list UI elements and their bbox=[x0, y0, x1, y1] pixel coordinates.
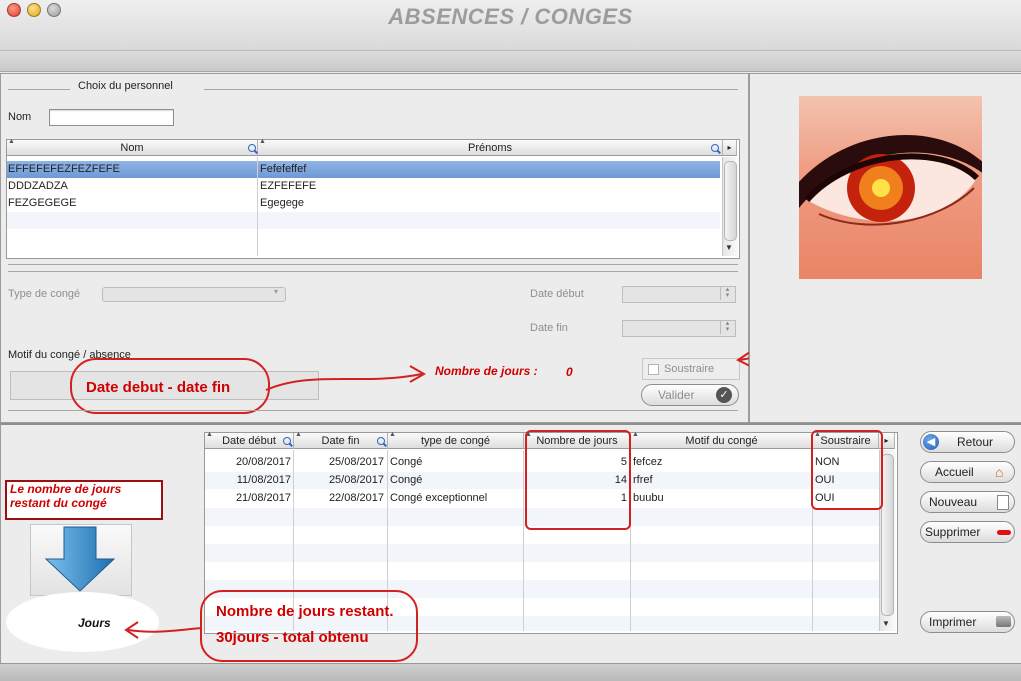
cell-date-debut[interactable]: 20/08/2017 bbox=[205, 454, 291, 471]
cell-motif[interactable]: fefcez bbox=[633, 454, 811, 471]
accueil-label: Accueil bbox=[935, 465, 974, 479]
column-header-prenoms[interactable]: Prénoms bbox=[258, 140, 723, 156]
annotation-ellipse bbox=[200, 590, 418, 662]
supprimer-button[interactable]: Supprimer bbox=[920, 521, 1015, 543]
annotation-restant-line1: Nombre de jours restant. bbox=[216, 603, 394, 620]
column-header-motif[interactable]: Motif du congé bbox=[631, 433, 813, 449]
column-header-date-debut[interactable]: Date début bbox=[205, 433, 294, 449]
imprimer-label: Imprimer bbox=[929, 615, 977, 629]
divider bbox=[204, 89, 738, 90]
sort-icon: ▲ bbox=[632, 431, 639, 438]
date-debut-label: Date début bbox=[530, 288, 584, 300]
cell-date-debut[interactable]: 11/08/2017 bbox=[205, 472, 291, 489]
date-fin-input[interactable] bbox=[622, 320, 736, 337]
retour-label: Retour bbox=[957, 435, 994, 449]
cell-type[interactable]: Congé exceptionnel bbox=[390, 490, 522, 507]
cell-nom[interactable]: EFFEFEFEZFEZFEFE bbox=[8, 161, 256, 178]
check-icon: ✓ bbox=[716, 387, 732, 403]
cell-date-fin[interactable]: 25/08/2017 bbox=[294, 472, 384, 489]
annotation-date-debut-fin: Date debut - date fin bbox=[86, 379, 231, 396]
nouveau-label: Nouveau bbox=[929, 495, 978, 509]
search-icon[interactable] bbox=[377, 437, 385, 445]
back-arrow-icon: ◀ bbox=[923, 434, 939, 450]
sort-icon: ▲ bbox=[8, 138, 15, 145]
cell-nom[interactable]: FEZGEGEGE bbox=[8, 195, 256, 212]
calendar-icon[interactable]: ▴ ▾ bbox=[720, 286, 734, 300]
down-arrow-icon bbox=[44, 526, 116, 592]
chevron-down-icon: ▾ bbox=[274, 287, 279, 296]
minus-icon bbox=[997, 530, 1011, 535]
employee-photo bbox=[799, 96, 982, 279]
soustraire-label: Soustraire bbox=[664, 363, 715, 375]
cell-type[interactable]: Congé bbox=[390, 472, 522, 489]
date-fin-label: Date fin bbox=[530, 322, 568, 334]
annotation-restant-title: Le nombre de jours restant du congé bbox=[10, 482, 122, 510]
table-row-empty bbox=[7, 212, 720, 229]
group-label-personnel: Choix du personnel bbox=[78, 80, 173, 92]
sort-icon: ▲ bbox=[389, 431, 396, 438]
divider bbox=[8, 89, 70, 90]
jours-label: Jours bbox=[78, 616, 111, 630]
column-divider bbox=[523, 450, 524, 631]
annotation-box-jours bbox=[525, 430, 631, 530]
annotation-restant-line2: 30jours - total obtenu bbox=[216, 629, 369, 646]
nombre-jours-label: Nombre de jours : bbox=[435, 364, 538, 378]
supprimer-label: Supprimer bbox=[925, 525, 981, 539]
cell-date-debut[interactable]: 21/08/2017 bbox=[205, 490, 291, 507]
search-icon[interactable] bbox=[711, 144, 719, 152]
calendar-icon[interactable]: ▴ ▾ bbox=[720, 320, 734, 334]
cell-date-fin[interactable]: 25/08/2017 bbox=[294, 454, 384, 471]
divider bbox=[8, 410, 738, 411]
column-header-date-fin[interactable]: Date fin bbox=[294, 433, 388, 449]
cell-prenoms[interactable]: EZFEFEFE bbox=[260, 178, 718, 195]
soustraire-checkbox[interactable] bbox=[648, 364, 659, 375]
annotation-arrow bbox=[265, 365, 427, 391]
status-bar bbox=[0, 663, 1021, 681]
annotation-box-soustraire bbox=[811, 430, 883, 510]
sort-icon: ▲ bbox=[259, 138, 266, 145]
table-row-empty bbox=[205, 544, 879, 562]
imprimer-button[interactable]: Imprimer bbox=[920, 611, 1015, 633]
divider bbox=[8, 264, 738, 265]
home-icon: ⌂ bbox=[995, 464, 1004, 480]
cell-motif[interactable]: buubu bbox=[633, 490, 811, 507]
cell-prenoms[interactable]: Fefefeffef bbox=[260, 161, 718, 178]
cell-nom[interactable]: DDDZADZA bbox=[8, 178, 256, 195]
column-header-nom[interactable]: Nom bbox=[7, 140, 258, 156]
sort-icon: ▲ bbox=[206, 431, 213, 438]
document-icon bbox=[997, 495, 1009, 510]
sort-icon: ▲ bbox=[295, 431, 302, 438]
accueil-button[interactable]: Accueil ⌂ bbox=[920, 461, 1015, 483]
valider-label: Valider bbox=[658, 388, 695, 402]
type-conge-label: Type de congé bbox=[8, 288, 81, 300]
date-debut-input[interactable] bbox=[622, 286, 736, 303]
nombre-jours-value: 0 bbox=[566, 365, 573, 379]
column-divider bbox=[257, 157, 258, 256]
window-title: ABSENCES / CONGES bbox=[388, 4, 633, 29]
nouveau-button[interactable]: Nouveau bbox=[920, 491, 1015, 513]
nom-label: Nom bbox=[8, 111, 32, 123]
divider bbox=[8, 271, 738, 272]
cell-type[interactable]: Congé bbox=[390, 454, 522, 471]
cell-motif[interactable]: rfref bbox=[633, 472, 811, 489]
eye-image bbox=[799, 135, 982, 226]
printer-icon bbox=[996, 616, 1011, 627]
column-menu-icon[interactable]: ▸ bbox=[723, 140, 737, 156]
search-icon[interactable] bbox=[283, 437, 291, 445]
cell-prenoms[interactable]: Egegege bbox=[260, 195, 718, 212]
toolbar-strip bbox=[0, 51, 1021, 72]
search-icon[interactable] bbox=[248, 144, 256, 152]
type-conge-select[interactable] bbox=[102, 287, 286, 302]
annotation-arrow bbox=[124, 621, 203, 639]
nom-search-input[interactable] bbox=[49, 109, 174, 126]
column-header-type-conge[interactable]: type de congé bbox=[388, 433, 524, 449]
scroll-down-icon[interactable]: ▼ bbox=[725, 243, 733, 252]
cell-date-fin[interactable]: 22/08/2017 bbox=[294, 490, 384, 507]
table-row-empty bbox=[7, 229, 720, 246]
valider-button[interactable]: Valider ✓ bbox=[641, 384, 739, 406]
scrollbar-thumb[interactable] bbox=[724, 161, 737, 241]
scroll-down-icon[interactable]: ▼ bbox=[882, 619, 890, 628]
retour-button[interactable]: ◀ Retour bbox=[920, 431, 1015, 453]
